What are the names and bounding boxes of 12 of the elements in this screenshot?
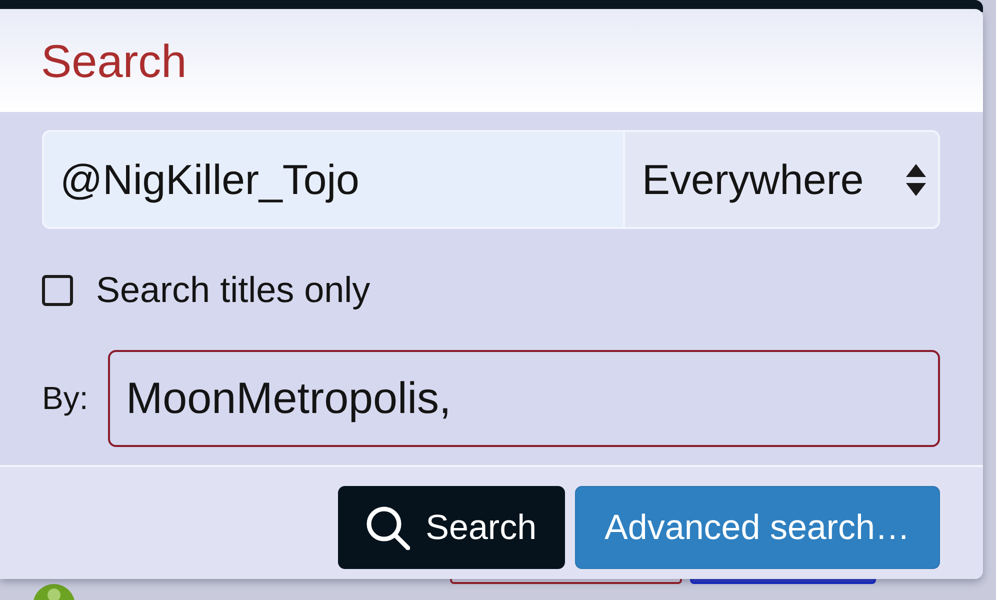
avatar-icon xyxy=(33,584,75,600)
scope-select[interactable]: Everywhere xyxy=(624,130,940,229)
search-input[interactable]: @NigKiller_Tojo xyxy=(42,130,624,229)
up-down-arrows-icon xyxy=(906,164,926,196)
checkbox-label: Search titles only xyxy=(96,269,370,311)
advanced-search-button[interactable]: Advanced search… xyxy=(574,486,940,569)
checkbox[interactable] xyxy=(42,274,73,306)
author-input[interactable]: MoonMetropolis, xyxy=(108,350,940,447)
by-label: By: xyxy=(42,380,90,417)
search-icon xyxy=(366,506,410,550)
search-button[interactable]: Search xyxy=(338,486,565,569)
dialog-title: Search xyxy=(41,38,187,84)
